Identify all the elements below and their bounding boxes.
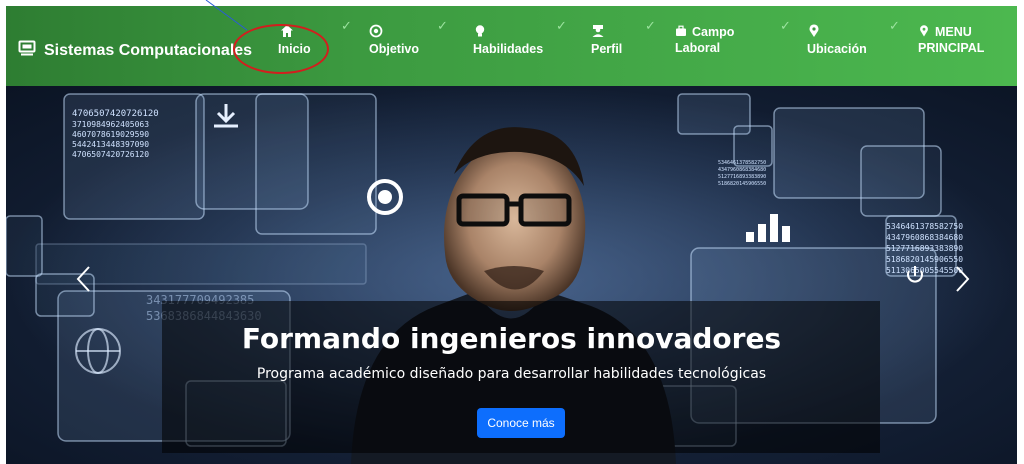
- carousel-prev-button[interactable]: [72, 264, 96, 294]
- nav-label-line2: PRINCIPAL: [918, 41, 985, 55]
- hero-carousel: 4706507420726120 3710984962405063 460707…: [6, 86, 1017, 464]
- svg-text:5442413448397090: 5442413448397090: [72, 140, 149, 149]
- svg-text:4706507420726120: 4706507420726120: [72, 150, 149, 159]
- nav-label: Objetivo: [369, 42, 420, 56]
- map-pin-icon: [918, 25, 930, 37]
- map-pin-icon: [807, 24, 821, 38]
- nav-item-habilidades[interactable]: Habilidades: [473, 24, 543, 57]
- conoce-mas-button[interactable]: Conoce más: [477, 408, 565, 438]
- svg-text:5127716893383890: 5127716893383890: [886, 244, 963, 253]
- monitor-icon: [18, 39, 36, 62]
- check-icon: ✓: [437, 18, 448, 33]
- check-icon: ✓: [889, 18, 900, 33]
- user-tie-icon: [591, 24, 605, 38]
- brand-label: Sistemas Computacionales: [44, 41, 253, 59]
- nav-item-objetivo[interactable]: Objetivo: [369, 24, 419, 57]
- check-icon: ✓: [780, 18, 791, 33]
- hero-subtitle: Programa académico diseñado para desarro…: [256, 366, 767, 382]
- chevron-right-icon: [950, 266, 974, 298]
- nav-item-campo-laboral[interactable]: Campo Laboral: [675, 24, 734, 56]
- annotation-circle: [233, 24, 329, 74]
- navbar: Sistemas Computacionales Inicio Objetivo…: [6, 6, 1017, 86]
- svg-text:4347960868384680: 4347960868384680: [886, 233, 963, 242]
- svg-text:5127716893383890: 5127716893383890: [718, 174, 766, 180]
- nav-label: Habilidades: [473, 42, 544, 56]
- nav-label: Campo: [692, 25, 735, 39]
- svg-text:5186820145906550: 5186820145906550: [718, 181, 766, 187]
- svg-text:5346461378582750: 5346461378582750: [886, 222, 963, 231]
- svg-text:5186820145906550: 5186820145906550: [886, 255, 963, 264]
- svg-text:3710984962405063: 3710984962405063: [72, 120, 149, 129]
- target-icon: [369, 24, 383, 38]
- nav-label: Ubicación: [807, 42, 867, 56]
- nav-item-ubicacion[interactable]: Ubicación: [807, 24, 867, 57]
- lightbulb-icon: [473, 24, 487, 38]
- nav-item-menu-principal[interactable]: MENU PRINCIPAL: [918, 24, 984, 56]
- svg-text:5346461378582750: 5346461378582750: [718, 160, 766, 166]
- check-icon: ✓: [341, 18, 352, 33]
- svg-text:4607078619029590: 4607078619029590: [72, 130, 149, 139]
- nav-label: MENU: [935, 25, 972, 39]
- svg-text:4347960868384680: 4347960868384680: [718, 167, 766, 173]
- chevron-left-icon: [72, 266, 96, 298]
- svg-text:4706507420726120: 4706507420726120: [72, 109, 159, 119]
- nav-label: Perfil: [591, 42, 623, 56]
- brand[interactable]: Sistemas Computacionales: [18, 39, 252, 62]
- check-icon: ✓: [645, 18, 656, 33]
- nav-item-perfil[interactable]: Perfil: [591, 24, 622, 57]
- hero-title: Formando ingenieros innovadores: [241, 322, 782, 355]
- check-icon: ✓: [556, 18, 567, 33]
- briefcase-icon: [675, 25, 687, 37]
- carousel-next-button[interactable]: [950, 264, 974, 294]
- nav-label-line2: Laboral: [675, 41, 721, 55]
